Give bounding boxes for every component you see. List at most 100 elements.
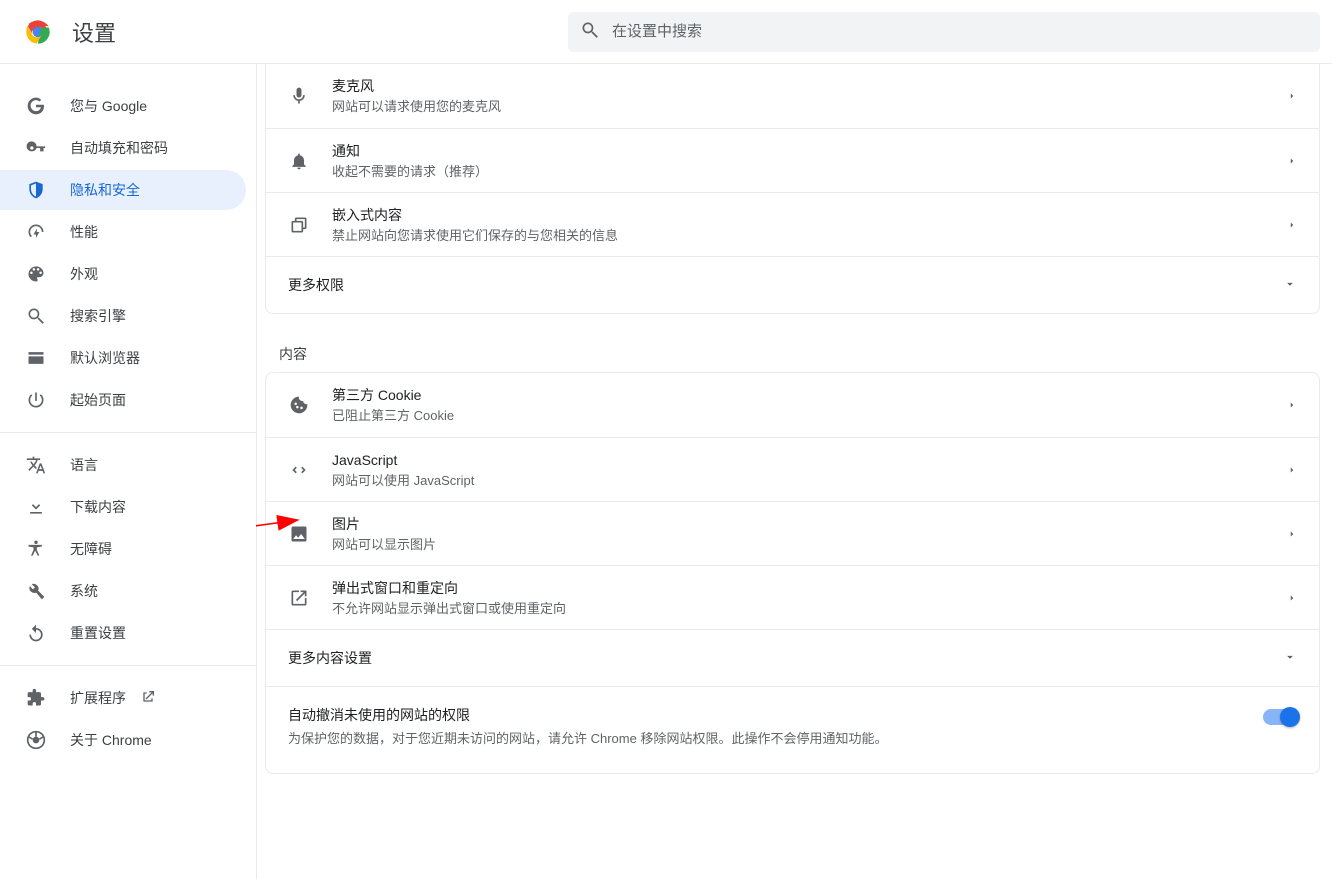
auto-revoke-title: 自动撤消未使用的网站的权限 [288, 705, 1243, 725]
sidebar-item-label: 自动填充和密码 [70, 138, 168, 158]
more-content-settings-expander[interactable]: 更多内容设置 [266, 629, 1319, 686]
sidebar-item-label: 您与 Google [70, 96, 147, 116]
row-subtitle: 已阻止第三方 Cookie [332, 407, 1287, 425]
sidebar-item-speed[interactable]: 性能 [0, 212, 246, 252]
bell-icon [288, 150, 310, 172]
sidebar-item-chrome[interactable]: 关于 Chrome [0, 720, 246, 760]
chevron-right-icon [1287, 88, 1297, 104]
sidebar-item-shield[interactable]: 隐私和安全 [0, 170, 246, 210]
row-subtitle: 收起不需要的请求（推荐） [332, 163, 1287, 181]
sidebar-separator [0, 665, 256, 666]
sidebar-item-wrench[interactable]: 系统 [0, 571, 246, 611]
chevron-right-icon [1287, 397, 1297, 413]
setting-row-embed[interactable]: 嵌入式内容禁止网站向您请求使用它们保存的与您相关的信息 [266, 192, 1319, 256]
speed-icon [26, 222, 46, 242]
more-content-settings-label: 更多内容设置 [288, 648, 372, 668]
setting-row-bell[interactable]: 通知收起不需要的请求（推荐） [266, 128, 1319, 192]
sidebar-item-label: 语言 [70, 455, 98, 475]
more-permissions-expander[interactable]: 更多权限 [266, 256, 1319, 313]
chevron-right-icon [1287, 153, 1297, 169]
row-subtitle: 网站可以使用 JavaScript [332, 472, 1287, 490]
row-title: 嵌入式内容 [332, 205, 1287, 225]
sidebar-item-key[interactable]: 自动填充和密码 [0, 128, 246, 168]
shield-icon [26, 180, 46, 200]
app-title: 设置 [72, 16, 116, 48]
sidebar-item-reset[interactable]: 重置设置 [0, 613, 246, 653]
auto-revoke-sub: 为保护您的数据，对于您近期未访问的网站，请允许 Chrome 移除网站权限。此操… [288, 729, 1243, 749]
sidebar-item-label: 系统 [70, 581, 98, 601]
chevron-right-icon [1287, 526, 1297, 542]
sidebar-item-accessibility[interactable]: 无障碍 [0, 529, 246, 569]
auto-revoke-row: 自动撤消未使用的网站的权限 为保护您的数据，对于您近期未访问的网站，请允许 Ch… [266, 686, 1319, 773]
key-icon [26, 138, 46, 158]
setting-row-mic[interactable]: 麦克风网站可以请求使用您的麦克风 [266, 64, 1319, 128]
image-icon [288, 523, 310, 545]
cookie-icon [288, 394, 310, 416]
sidebar-item-label: 重置设置 [70, 623, 126, 643]
setting-row-cookie[interactable]: 第三方 Cookie 已阻止第三方 Cookie [266, 373, 1319, 437]
search-icon [26, 306, 46, 326]
reset-icon [26, 623, 46, 643]
sidebar-item-google[interactable]: 您与 Google [0, 86, 246, 126]
sidebar-item-browser[interactable]: 默认浏览器 [0, 338, 246, 378]
popup-icon [288, 587, 310, 609]
sidebar-separator [0, 432, 256, 433]
sidebar-item-label: 隐私和安全 [70, 180, 140, 200]
search-input[interactable] [610, 22, 1308, 41]
sidebar-item-label: 无障碍 [70, 539, 112, 559]
sidebar-item-label: 关于 Chrome [70, 730, 152, 750]
sidebar-item-label: 搜索引擎 [70, 306, 126, 326]
row-title: 通知 [332, 141, 1287, 161]
wrench-icon [26, 581, 46, 601]
sidebar-item-download[interactable]: 下载内容 [0, 487, 246, 527]
auto-revoke-toggle[interactable] [1263, 709, 1297, 725]
chevron-right-icon [1287, 462, 1297, 478]
palette-icon [26, 264, 46, 284]
open-external-icon [140, 689, 156, 708]
row-subtitle: 网站可以显示图片 [332, 536, 1287, 554]
search-box[interactable] [568, 12, 1320, 52]
sidebar-item-palette[interactable]: 外观 [0, 254, 246, 294]
chevron-right-icon [1287, 590, 1297, 606]
extension-icon [26, 688, 46, 708]
chevron-down-icon [1283, 650, 1297, 667]
setting-row-code[interactable]: JavaScript 网站可以使用 JavaScript [266, 437, 1319, 501]
content-card: 第三方 Cookie 已阻止第三方 Cookie JavaScript 网站可以使用 … [265, 372, 1320, 774]
sidebar-item-search[interactable]: 搜索引擎 [0, 296, 246, 336]
google-icon [26, 96, 46, 116]
row-title: JavaScript [332, 450, 1287, 470]
sidebar-item-label: 性能 [70, 222, 98, 242]
browser-icon [26, 348, 46, 368]
chrome-logo-icon [24, 18, 52, 46]
sidebar-item-label: 默认浏览器 [70, 348, 140, 368]
sidebar-item-power[interactable]: 起始页面 [0, 380, 246, 420]
translate-icon [26, 455, 46, 475]
sidebar-item-translate[interactable]: 语言 [0, 445, 246, 485]
sidebar: 您与 Google 自动填充和密码隐私和安全性能外观搜索引擎默认浏览器起始页面 语… [0, 64, 256, 879]
accessibility-icon [26, 539, 46, 559]
setting-row-popup[interactable]: 弹出式窗口和重定向不允许网站显示弹出式窗口或使用重定向 [266, 565, 1319, 629]
permissions-card: 麦克风网站可以请求使用您的麦克风通知收起不需要的请求（推荐）嵌入式内容禁止网站向… [265, 64, 1320, 314]
row-subtitle: 网站可以请求使用您的麦克风 [332, 98, 1287, 116]
row-title: 弹出式窗口和重定向 [332, 578, 1287, 598]
download-icon [26, 497, 46, 517]
chrome-icon [26, 730, 46, 750]
search-icon [580, 20, 610, 43]
code-icon [288, 459, 310, 481]
row-subtitle: 禁止网站向您请求使用它们保存的与您相关的信息 [332, 227, 1287, 245]
setting-row-image[interactable]: 图片网站可以显示图片 [266, 501, 1319, 565]
chevron-down-icon [1283, 277, 1297, 294]
sidebar-item-label: 扩展程序 [70, 688, 126, 708]
row-title: 第三方 Cookie [332, 385, 1287, 405]
sidebar-item-label: 外观 [70, 264, 98, 284]
embed-icon [288, 214, 310, 236]
row-title: 麦克风 [332, 76, 1287, 96]
app-header: 设置 [0, 0, 1332, 64]
sidebar-item-extension[interactable]: 扩展程序 [0, 678, 246, 718]
row-title: 图片 [332, 514, 1287, 534]
content-area: 麦克风网站可以请求使用您的麦克风通知收起不需要的请求（推荐）嵌入式内容禁止网站向… [256, 64, 1332, 879]
sidebar-item-label: 下载内容 [70, 497, 126, 517]
power-icon [26, 390, 46, 410]
mic-icon [288, 85, 310, 107]
content-section-label: 内容 [257, 314, 1332, 372]
